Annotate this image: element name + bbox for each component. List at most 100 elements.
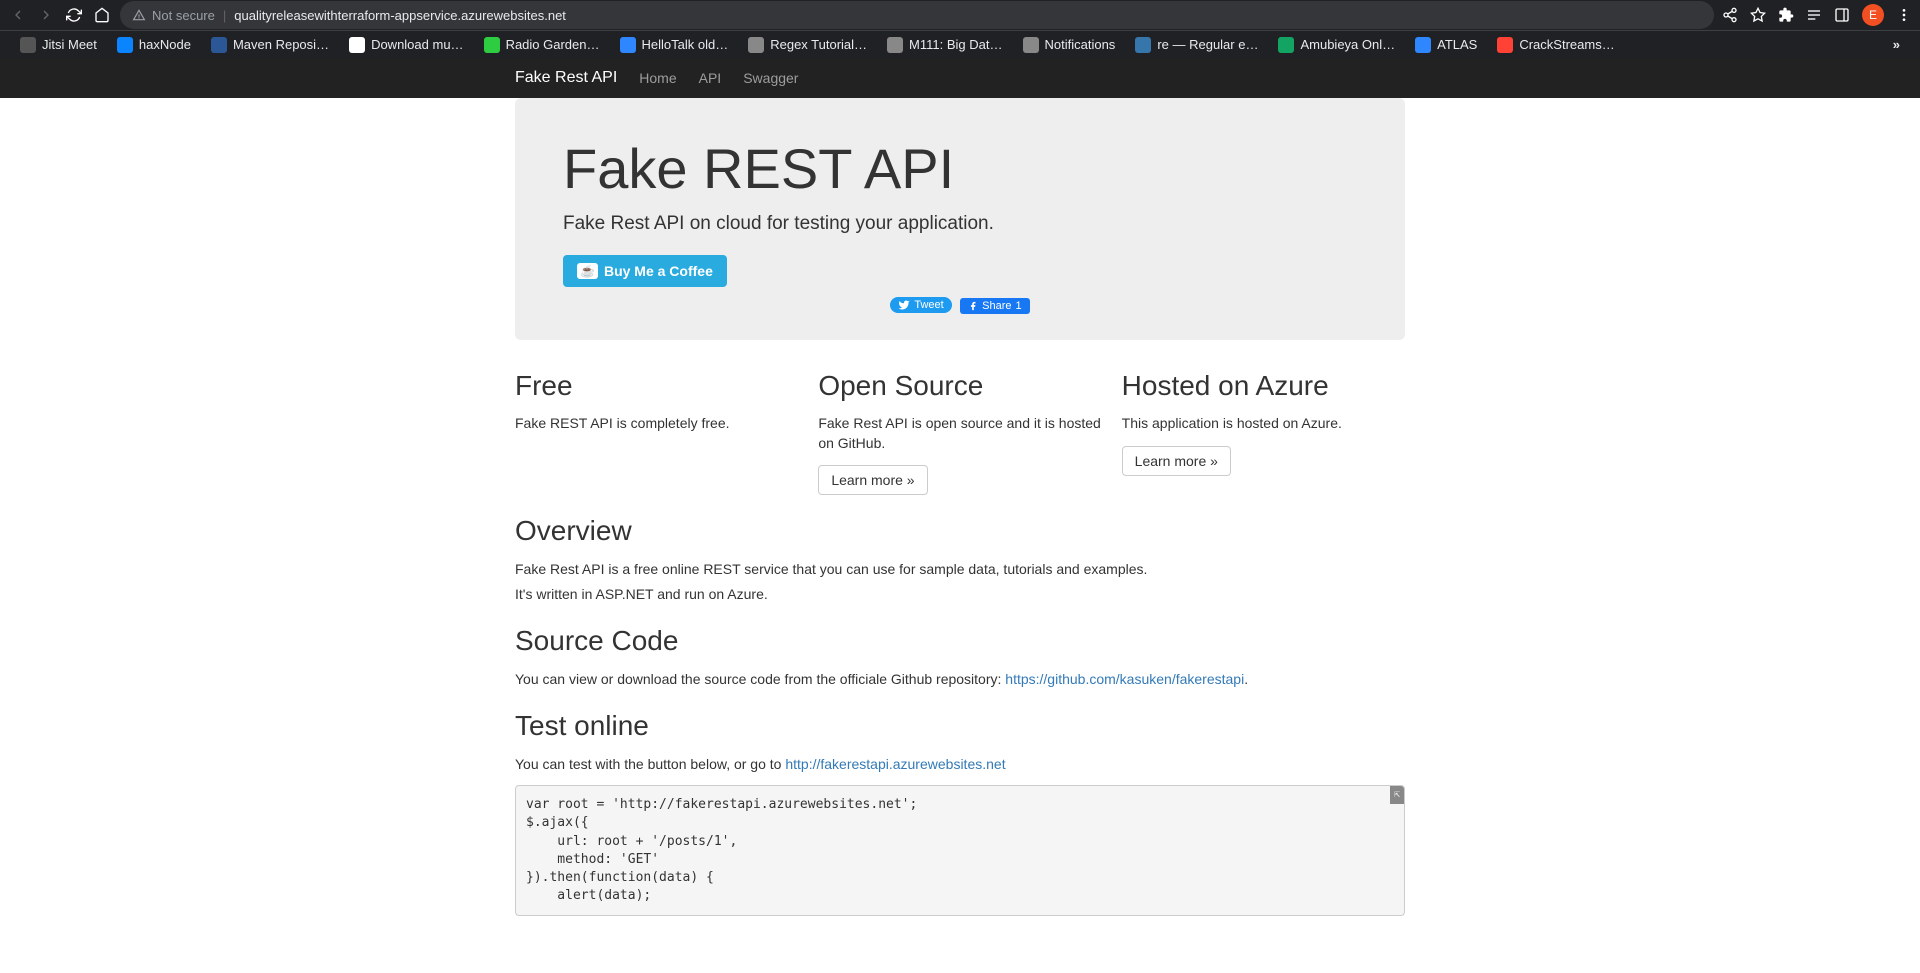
- buy-coffee-button[interactable]: ☕ Buy Me a Coffee: [563, 255, 727, 287]
- tweet-button[interactable]: Tweet: [890, 297, 951, 313]
- bookmarks-overflow[interactable]: »: [1885, 33, 1908, 56]
- security-indicator: Not secure: [132, 8, 215, 23]
- bookmark-item[interactable]: Maven Reposi…: [203, 33, 337, 57]
- fb-share-button[interactable]: Share 1: [960, 298, 1029, 314]
- bookmarks-bar: Jitsi Meet haxNode Maven Reposi… Downloa…: [0, 30, 1920, 58]
- panel-icon[interactable]: [1834, 7, 1850, 23]
- reading-list-icon[interactable]: [1806, 7, 1822, 23]
- nav-brand[interactable]: Fake Rest API: [515, 69, 617, 87]
- warning-icon: [132, 8, 146, 22]
- overview-text-2: It's written in ASP.NET and run on Azure…: [515, 584, 1405, 605]
- reload-button[interactable]: [64, 5, 84, 25]
- source-heading: Source Code: [515, 625, 1405, 657]
- jumbotron: Fake REST API Fake Rest API on cloud for…: [515, 98, 1405, 340]
- bookmark-favicon: [1497, 37, 1513, 53]
- bookmark-favicon: [20, 37, 36, 53]
- twitter-icon: [898, 299, 910, 311]
- star-icon[interactable]: [1750, 7, 1766, 23]
- browser-toolbar: Not secure | qualityreleasewithterraform…: [0, 0, 1920, 30]
- bookmark-item[interactable]: Regex Tutorial…: [740, 33, 875, 57]
- feature-col: Open Source Fake Rest API is open source …: [818, 370, 1101, 495]
- bookmark-favicon: [484, 37, 500, 53]
- bookmark-label: CrackStreams…: [1519, 37, 1614, 52]
- bookmark-item[interactable]: CrackStreams…: [1489, 33, 1622, 57]
- feature-title: Open Source: [818, 370, 1101, 402]
- bookmark-item[interactable]: Amubieya Onl…: [1270, 33, 1403, 57]
- bookmark-item[interactable]: Notifications: [1015, 33, 1124, 57]
- bookmark-favicon: [748, 37, 764, 53]
- bookmark-label: Radio Garden…: [506, 37, 600, 52]
- bookmark-label: ATLAS: [1437, 37, 1477, 52]
- bookmark-label: Maven Reposi…: [233, 37, 329, 52]
- overview-text-1: Fake Rest API is a free online REST serv…: [515, 559, 1405, 580]
- bookmark-favicon: [117, 37, 133, 53]
- forward-button[interactable]: [36, 5, 56, 25]
- bookmark-label: Amubieya Onl…: [1300, 37, 1395, 52]
- feature-col: Hosted on Azure This application is hoste…: [1122, 370, 1405, 495]
- overview-section: Overview Fake Rest API is a free online …: [515, 515, 1405, 605]
- bookmark-item[interactable]: HelloTalk old…: [612, 33, 737, 57]
- browser-chrome: Not secure | qualityreleasewithterraform…: [0, 0, 1920, 58]
- learn-more-button[interactable]: Learn more »: [818, 465, 927, 495]
- bookmark-favicon: [1415, 37, 1431, 53]
- facebook-icon: [968, 301, 978, 311]
- toolbar-right: E: [1722, 4, 1912, 26]
- bookmark-label: Notifications: [1045, 37, 1116, 52]
- learn-more-button[interactable]: Learn more »: [1122, 446, 1231, 476]
- feature-title: Hosted on Azure: [1122, 370, 1405, 402]
- feature-text: This application is hosted on Azure.: [1122, 414, 1405, 434]
- extensions-icon[interactable]: [1778, 7, 1794, 23]
- bookmark-label: Regex Tutorial…: [770, 37, 867, 52]
- share-icon[interactable]: [1722, 7, 1738, 23]
- bookmark-label: Jitsi Meet: [42, 37, 97, 52]
- features-row: Free Fake REST API is completely free. Ope…: [515, 370, 1405, 495]
- menu-icon[interactable]: [1896, 7, 1912, 23]
- bookmark-favicon: [620, 37, 636, 53]
- bookmark-item[interactable]: Jitsi Meet: [12, 33, 105, 57]
- coffee-icon: ☕: [577, 263, 598, 279]
- bookmark-item[interactable]: Download mu…: [341, 33, 472, 57]
- bookmark-favicon: [1278, 37, 1294, 53]
- feature-text: Fake Rest API is open source and it is h…: [818, 414, 1101, 453]
- feature-col: Free Fake REST API is completely free.: [515, 370, 798, 495]
- bookmark-favicon: [349, 37, 365, 53]
- nav-api[interactable]: API: [699, 70, 722, 86]
- url-text: qualityreleasewithterraform-appservice.a…: [234, 8, 566, 23]
- test-section: Test online You can test with the button…: [515, 710, 1405, 916]
- security-label: Not secure: [152, 8, 215, 23]
- bookmark-favicon: [1023, 37, 1039, 53]
- bookmark-favicon: [887, 37, 903, 53]
- feature-text: Fake REST API is completely free.: [515, 414, 798, 434]
- page-viewport: Fake Rest API Home API Swagger Fake REST…: [0, 58, 1920, 973]
- github-link[interactable]: https://github.com/kasuken/fakerestapi: [1005, 671, 1244, 687]
- back-button[interactable]: [8, 5, 28, 25]
- code-sample: ⇱var root = 'http://fakerestapi.azureweb…: [515, 785, 1405, 916]
- bookmark-favicon: [211, 37, 227, 53]
- bookmark-favicon: [1135, 37, 1151, 53]
- overview-heading: Overview: [515, 515, 1405, 547]
- page-title: Fake REST API: [563, 136, 1357, 201]
- site-navbar: Fake Rest API Home API Swagger: [0, 58, 1920, 98]
- source-text: You can view or download the source code…: [515, 669, 1405, 690]
- home-button[interactable]: [92, 5, 112, 25]
- bookmark-item[interactable]: re — Regular e…: [1127, 33, 1266, 57]
- bookmark-label: M111: Big Dat…: [909, 37, 1002, 52]
- nav-home[interactable]: Home: [639, 70, 676, 86]
- bookmark-label: HelloTalk old…: [642, 37, 729, 52]
- test-heading: Test online: [515, 710, 1405, 742]
- test-text: You can test with the button below, or g…: [515, 754, 1405, 775]
- profile-avatar[interactable]: E: [1862, 4, 1884, 26]
- source-section: Source Code You can view or download the…: [515, 625, 1405, 690]
- bookmark-item[interactable]: M111: Big Dat…: [879, 33, 1010, 57]
- bookmark-label: Download mu…: [371, 37, 464, 52]
- bookmark-label: haxNode: [139, 37, 191, 52]
- address-bar[interactable]: Not secure | qualityreleasewithterraform…: [120, 1, 1714, 29]
- bookmark-item[interactable]: ATLAS: [1407, 33, 1485, 57]
- bookmark-label: re — Regular e…: [1157, 37, 1258, 52]
- code-corner-icon[interactable]: ⇱: [1390, 786, 1404, 804]
- bookmark-item[interactable]: Radio Garden…: [476, 33, 608, 57]
- feature-title: Free: [515, 370, 798, 402]
- nav-swagger[interactable]: Swagger: [743, 70, 798, 86]
- test-link[interactable]: http://fakerestapi.azurewebsites.net: [785, 756, 1005, 772]
- bookmark-item[interactable]: haxNode: [109, 33, 199, 57]
